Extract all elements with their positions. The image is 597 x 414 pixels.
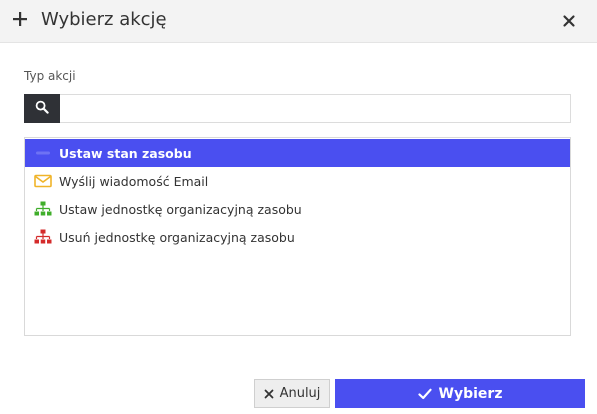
list-item-label: Ustaw stan zasobu (59, 145, 192, 161)
list-item-remove-org-unit[interactable]: Usuń jednostkę organizacyjną zasobu (25, 223, 570, 251)
org-chart-green-icon (33, 201, 53, 217)
close-icon[interactable] (562, 13, 578, 29)
action-type-label: Typ akcji (24, 69, 76, 83)
cancel-button[interactable]: Anuluj (254, 379, 330, 408)
cancel-button-label: Anuluj (279, 386, 321, 401)
list-item-label: Ustaw jednostkę organizacyjną zasobu (59, 201, 302, 217)
search-button[interactable] (24, 94, 60, 123)
state-icon (33, 145, 53, 161)
check-icon (417, 388, 432, 399)
dialog-header: Wybierz akcję (0, 0, 597, 43)
list-item-send-email[interactable]: Wyślij wiadomość Email (25, 167, 570, 195)
dialog-title: Wybierz akcję (41, 9, 167, 30)
select-button[interactable]: Wybierz (335, 379, 585, 408)
select-button-label: Wybierz (438, 385, 503, 402)
list-item-set-org-unit[interactable]: Ustaw jednostkę organizacyjną zasobu (25, 195, 570, 223)
list-item-label: Wyślij wiadomość Email (59, 173, 209, 189)
envelope-icon (33, 173, 53, 189)
select-action-dialog: Wybierz akcję Typ akcji Ustaw stan zasob… (0, 0, 597, 414)
action-search-input[interactable] (60, 94, 571, 123)
close-icon (264, 389, 273, 398)
org-chart-red-icon (33, 229, 53, 245)
list-item-set-state[interactable]: Ustaw stan zasobu (25, 139, 570, 167)
search-icon (35, 99, 49, 118)
list-item-label: Usuń jednostkę organizacyjną zasobu (59, 229, 295, 245)
action-list: Ustaw stan zasobu Wyślij wiadomość Email (24, 137, 571, 336)
plus-icon (12, 11, 28, 27)
